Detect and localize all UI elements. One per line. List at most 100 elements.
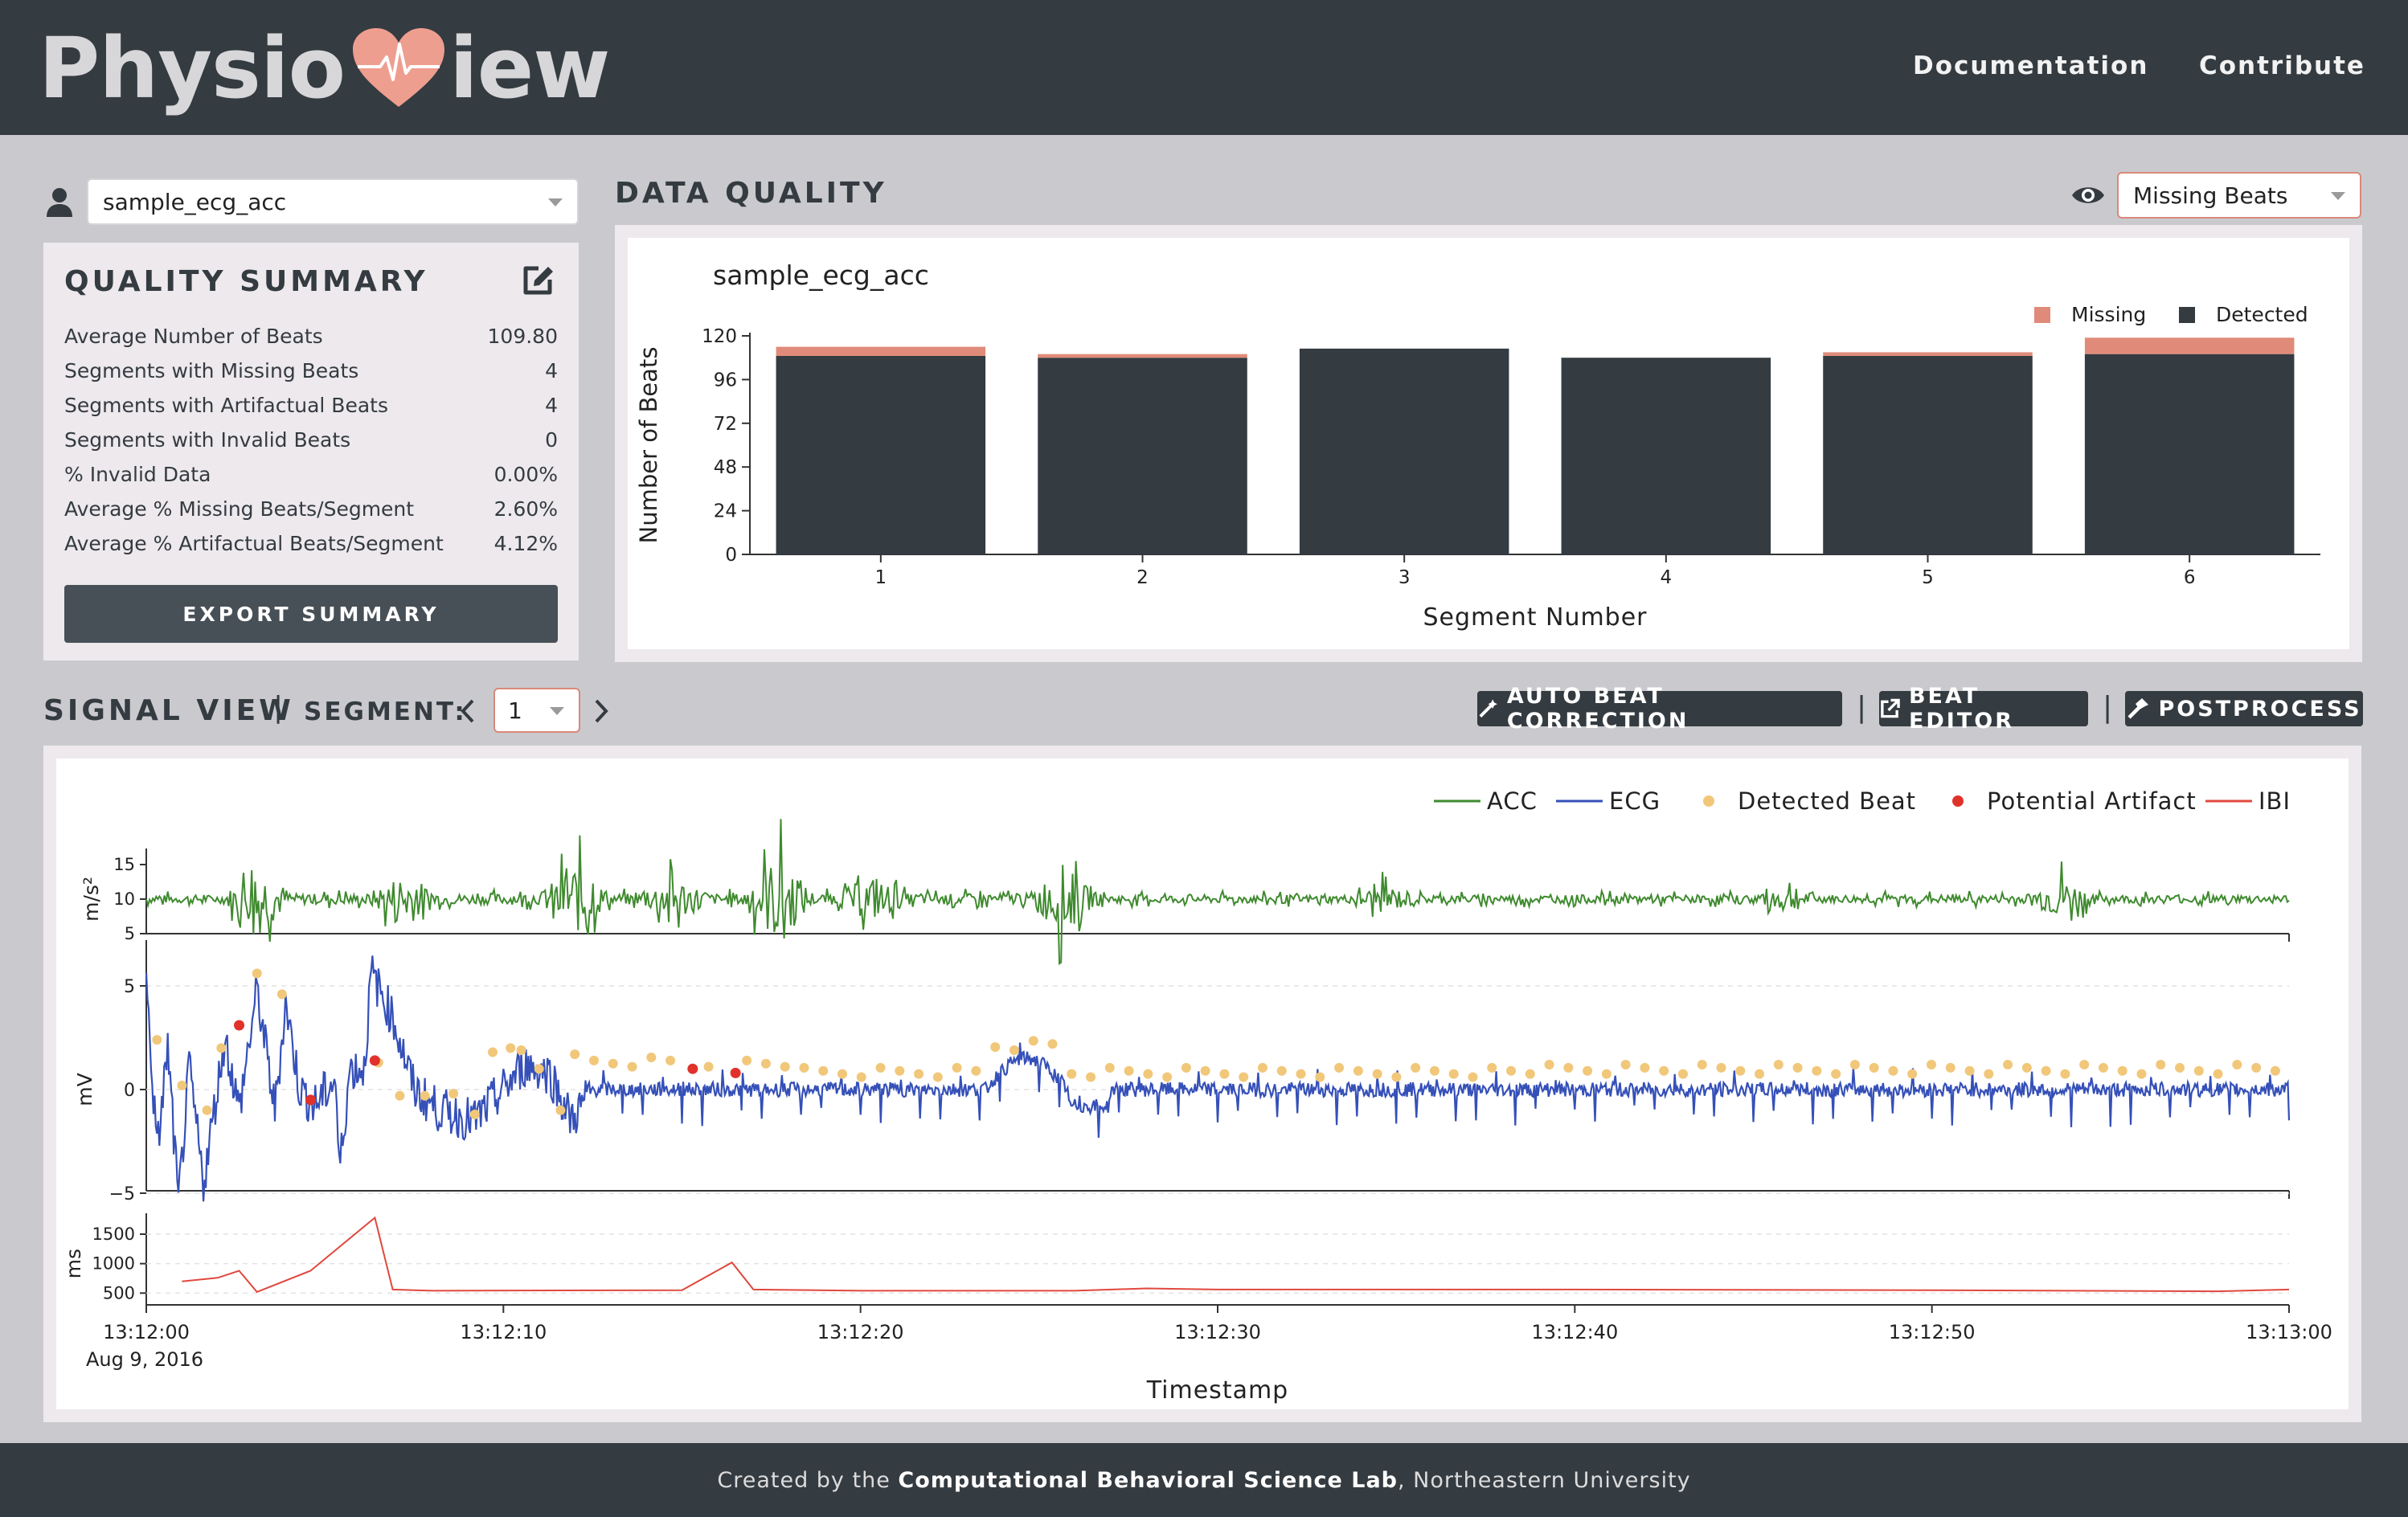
chevron-down-icon (550, 707, 564, 715)
detected-beat (2232, 1060, 2242, 1070)
detected-beat (1964, 1065, 1975, 1076)
time-tick-label: 13:12:50 (1889, 1321, 1976, 1343)
detected-beat (1525, 1069, 1535, 1079)
segment-select[interactable]: 1 (493, 688, 580, 733)
detected-beat (420, 1090, 430, 1101)
y-tick-label: 0 (725, 545, 737, 566)
detected-beat (1372, 1069, 1382, 1079)
detected-beat (1219, 1069, 1230, 1079)
detected-beat (177, 1080, 187, 1090)
date-label: Aug 9, 2016 (86, 1348, 203, 1371)
quality-metric-label: Segments with Invalid Beats (64, 428, 351, 452)
detected-beat (1143, 1069, 1153, 1079)
detected-beat (1755, 1069, 1765, 1079)
detected-beat (1353, 1065, 1363, 1076)
user-icon (47, 188, 72, 217)
detected-beat (2021, 1062, 2032, 1073)
detected-beat (1200, 1065, 1210, 1076)
quality-metric-label: Average % Artifactual Beats/Segment (64, 532, 444, 555)
detected-beat (252, 968, 262, 979)
chevron-left-icon[interactable] (458, 697, 477, 725)
detected-beat (914, 1069, 924, 1079)
nav-documentation[interactable]: Documentation (1913, 51, 2148, 80)
heart-logo-icon (353, 28, 445, 107)
ibi-signal-line (182, 1216, 2290, 1294)
bar-detected (1038, 358, 1247, 554)
acc-y-tick-label: 15 (113, 855, 135, 874)
acc-y-tick-label: 5 (125, 924, 135, 943)
legend-label: ECG (1609, 787, 1661, 815)
subject-select[interactable]: sample_ecg_acc (87, 178, 579, 225)
toolbar-divider: | (1857, 691, 1867, 724)
y-axis-label: Number of Beats (635, 347, 662, 544)
quality-metric-label: Average % Missing Beats/Segment (64, 497, 415, 521)
beat-editor-button[interactable]: BEAT EDITOR (1879, 684, 2088, 734)
data-quality-title: DATA QUALITY (615, 177, 887, 210)
bar-detected (2084, 354, 2295, 554)
external-link-icon (1881, 698, 1900, 718)
detected-beat (1067, 1069, 1077, 1079)
app-logo[interactable]: Physio iew (39, 16, 610, 121)
potential-artifact (234, 1020, 245, 1031)
quality-summary-row: Segments with Missing Beats 4 (64, 359, 558, 382)
detected-beat (1735, 1065, 1746, 1076)
detected-beat (799, 1062, 809, 1073)
logo-text-right: iew (449, 19, 610, 117)
footer-suffix: , Northeastern University (1398, 1467, 1691, 1493)
ibi-y-tick-label: 1500 (92, 1225, 135, 1244)
time-tick-label: 13:13:00 (2246, 1321, 2332, 1343)
detected-beat (1468, 1072, 1478, 1082)
eye-icon[interactable] (2070, 182, 2106, 209)
ecg-y-axis-label: mV (73, 1073, 96, 1106)
potential-artifact (730, 1067, 741, 1078)
detected-beat (760, 1058, 771, 1069)
quality-metric-value: 0.00% (493, 463, 558, 486)
export-summary-button[interactable]: EXPORT SUMMARY (64, 585, 558, 643)
detected-beat (1697, 1060, 1707, 1070)
auto-beat-correction-label: AUTO BEAT CORRECTION (1506, 684, 1689, 734)
detected-beat (1296, 1069, 1306, 1079)
detected-beat (395, 1090, 405, 1101)
signal-chart: ACC ECG Detected Beat Potential Artifact IBI… (62, 787, 2332, 1405)
detected-beat (1104, 1062, 1115, 1073)
quality-summary-row: Average Number of Beats 109.80 (64, 325, 558, 348)
bar-missing (2084, 337, 2295, 354)
quality-metric-value: 109.80 (487, 325, 558, 348)
postprocess-button[interactable]: POSTPROCESS (2125, 691, 2363, 726)
quality-metric-value: 4 (545, 359, 558, 382)
legend-label: IBI (2259, 787, 2291, 815)
potential-artifact (369, 1055, 380, 1066)
detected-beat (2175, 1062, 2185, 1073)
detected-beat (488, 1047, 498, 1057)
detected-beat (1677, 1069, 1688, 1079)
detected-beat (1487, 1062, 1497, 1073)
ibi-y-tick-label: 1000 (92, 1254, 135, 1274)
detected-beat (1429, 1065, 1439, 1076)
auto-beat-correction-button[interactable]: AUTO BEAT CORRECTION (1477, 684, 1842, 734)
detected-beat (1124, 1065, 1134, 1076)
x-tick-label: 1 (875, 567, 887, 588)
footer-lab-link[interactable]: Computational Behavioral Science Lab (898, 1468, 1398, 1493)
detected-beat (2156, 1060, 2166, 1070)
time-tick-label: 13:12:20 (817, 1321, 904, 1343)
detected-beat (2193, 1065, 2204, 1076)
detected-beat (703, 1061, 714, 1072)
ecg-signal-line (145, 955, 2291, 1202)
detected-beat (570, 1049, 580, 1060)
nav-contribute[interactable]: Contribute (2199, 51, 2365, 80)
chevron-right-icon[interactable] (592, 697, 611, 725)
quality-metric-select[interactable]: Missing Beats (2117, 172, 2361, 219)
postprocess-label: POSTPROCESS (2158, 696, 2362, 722)
detected-beat (856, 1072, 866, 1082)
segment-label: SEGMENT: (304, 697, 467, 726)
detected-beat (665, 1055, 676, 1065)
detected-beat (1984, 1069, 1994, 1079)
detected-beat (952, 1062, 962, 1073)
edit-icon[interactable] (519, 262, 556, 299)
detected-beat (1009, 1045, 1019, 1055)
detected-beat (875, 1062, 886, 1073)
bar-detected (1823, 355, 2033, 554)
acc-y-axis-label: m/s² (80, 877, 103, 922)
detected-beat (1583, 1065, 1593, 1076)
quality-metric-value: Missing Beats (2133, 182, 2288, 209)
